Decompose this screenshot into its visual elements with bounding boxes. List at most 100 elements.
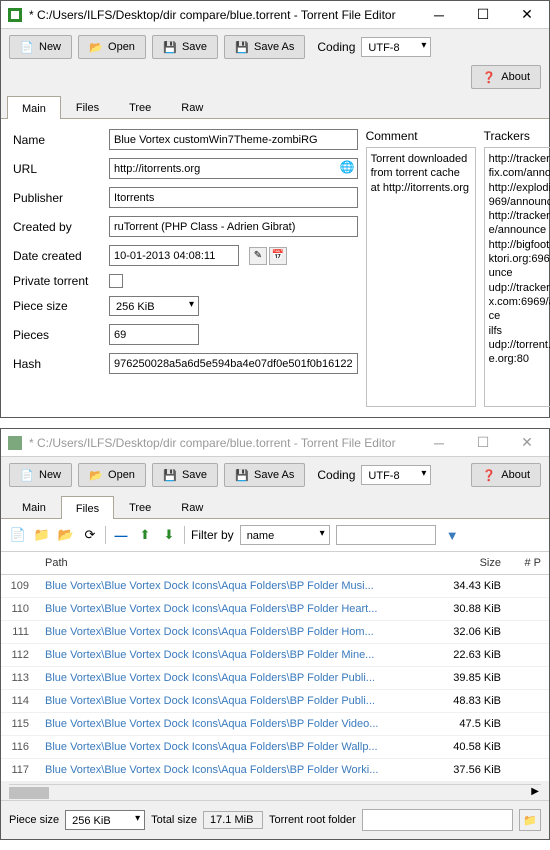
open-folder-icon[interactable]: 📂 — [57, 526, 75, 544]
row-size: 39.85 KiB — [429, 667, 509, 689]
url-label: URL — [13, 162, 103, 176]
move-up-icon[interactable]: ⬆ — [136, 526, 154, 544]
main-pane: NameBlue Vortex customWin7Theme-zombiRG … — [1, 119, 549, 417]
piecesize-select[interactable]: 256 KiB — [65, 810, 145, 830]
remove-icon[interactable]: — — [112, 526, 130, 544]
row-size: 34.43 KiB — [429, 575, 509, 597]
minimize-button[interactable]: ─ — [417, 1, 461, 29]
pieces-label: Pieces — [13, 328, 103, 342]
add-file-icon[interactable]: 📄 — [9, 526, 27, 544]
open-button[interactable]: 📂Open — [78, 463, 146, 487]
saveas-icon: 💾 — [235, 468, 249, 482]
new-icon: 📄 — [20, 468, 34, 482]
pieces-input[interactable]: 69 — [109, 324, 199, 345]
table-row[interactable]: 115Blue Vortex\Blue Vortex Dock Icons\Aq… — [1, 713, 549, 736]
open-icon: 📂 — [89, 468, 103, 482]
table-row[interactable]: 116Blue Vortex\Blue Vortex Dock Icons\Aq… — [1, 736, 549, 759]
new-button[interactable]: 📄New — [9, 463, 72, 487]
tab-raw[interactable]: Raw — [166, 495, 218, 518]
publisher-input[interactable]: Itorrents — [109, 187, 358, 208]
filter-input[interactable] — [336, 525, 436, 545]
col-path[interactable]: Path — [37, 552, 429, 574]
tab-main[interactable]: Main — [7, 495, 61, 518]
col-pf[interactable]: # P — [509, 552, 549, 574]
tab-files[interactable]: Files — [61, 496, 114, 519]
files-toolbar: 📄 📁 📂 ⟳ — ⬆ ⬇ Filter by name ▼ — [1, 519, 549, 552]
row-path: Blue Vortex\Blue Vortex Dock Icons\Aqua … — [37, 598, 429, 620]
saveas-button[interactable]: 💾Save As — [224, 463, 305, 487]
maximize-button[interactable]: ☐ — [461, 429, 505, 457]
save-button[interactable]: 💾Save — [152, 35, 218, 59]
createdby-input[interactable]: ruTorrent (PHP Class - Adrien Gibrat) — [109, 216, 358, 237]
name-input[interactable]: Blue Vortex customWin7Theme-zombiRG — [109, 129, 358, 150]
rootfolder-input[interactable] — [362, 809, 513, 831]
row-size: 48.83 KiB — [429, 690, 509, 712]
tab-tree[interactable]: Tree — [114, 495, 166, 518]
row-path: Blue Vortex\Blue Vortex Dock Icons\Aqua … — [37, 690, 429, 712]
saveas-button[interactable]: 💾Save As — [224, 35, 305, 59]
tabs: Main Files Tree Raw — [1, 95, 549, 119]
maximize-button[interactable]: ☐ — [461, 1, 505, 29]
tabs: Main Files Tree Raw — [1, 495, 549, 519]
totalsize-value: 17.1 MiB — [203, 811, 263, 829]
titlebar[interactable]: * C:/Users/ILFS/Desktop/dir compare/blue… — [1, 1, 549, 29]
tab-files[interactable]: Files — [61, 95, 114, 118]
move-down-icon[interactable]: ⬇ — [160, 526, 178, 544]
toolbar: 📄New 📂Open 💾Save 💾Save As Coding UTF-8 — [1, 29, 549, 65]
grid-header: Path Size # P — [1, 552, 549, 575]
tab-tree[interactable]: Tree — [114, 95, 166, 118]
trackers-label: Trackers — [484, 129, 550, 143]
add-folder-icon[interactable]: 📁 — [33, 526, 51, 544]
tab-main[interactable]: Main — [7, 96, 61, 119]
row-size: 40.58 KiB — [429, 736, 509, 758]
row-pf — [509, 759, 549, 781]
private-checkbox[interactable] — [109, 274, 123, 288]
horizontal-scrollbar[interactable]: ▶ — [9, 784, 541, 800]
date-calendar-icon[interactable]: 📅 — [269, 247, 287, 265]
coding-label: Coding — [317, 468, 355, 482]
about-button[interactable]: ❓About — [471, 463, 541, 487]
createdby-label: Created by — [13, 220, 103, 234]
minimize-button[interactable]: ─ — [417, 429, 461, 457]
url-input[interactable]: http://itorrents.org — [109, 158, 358, 179]
table-row[interactable]: 113Blue Vortex\Blue Vortex Dock Icons\Aq… — [1, 667, 549, 690]
filter-field-select[interactable]: name — [240, 525, 330, 545]
encoding-select[interactable]: UTF-8 — [361, 37, 431, 57]
row-path: Blue Vortex\Blue Vortex Dock Icons\Aqua … — [37, 575, 429, 597]
piecesize-select[interactable]: 256 KiB — [109, 296, 199, 316]
row-index: 114 — [1, 690, 37, 712]
table-row[interactable]: 112Blue Vortex\Blue Vortex Dock Icons\Aq… — [1, 644, 549, 667]
bottom-bar: Piece size 256 KiB Total size 17.1 MiB T… — [1, 800, 549, 839]
table-row[interactable]: 110Blue Vortex\Blue Vortex Dock Icons\Aq… — [1, 598, 549, 621]
private-label: Private torrent — [13, 274, 103, 288]
close-button[interactable]: ✕ — [505, 429, 549, 457]
save-button[interactable]: 💾Save — [152, 463, 218, 487]
table-row[interactable]: 111Blue Vortex\Blue Vortex Dock Icons\Aq… — [1, 621, 549, 644]
about-icon: ❓ — [482, 468, 496, 482]
titlebar[interactable]: * C:/Users/ILFS/Desktop/dir compare/blue… — [1, 429, 549, 457]
about-button[interactable]: ❓About — [471, 65, 541, 89]
col-size[interactable]: Size — [429, 552, 509, 574]
close-button[interactable]: ✕ — [505, 1, 549, 29]
row-index: 111 — [1, 621, 37, 643]
hash-label: Hash — [13, 357, 103, 371]
date-edit-icon[interactable]: ✎ — [249, 247, 267, 265]
comment-box[interactable]: Torrent downloaded from torrent cache at… — [366, 147, 476, 407]
piecesize-label: Piece size — [13, 299, 103, 313]
reload-icon[interactable]: ⟳ — [81, 526, 99, 544]
name-label: Name — [13, 133, 103, 147]
filter-icon[interactable]: ▼ — [446, 528, 459, 543]
rootfolder-label: Torrent root folder — [269, 814, 356, 826]
app-icon — [7, 435, 23, 451]
table-row[interactable]: 109Blue Vortex\Blue Vortex Dock Icons\Aq… — [1, 575, 549, 598]
trackers-box[interactable]: http://tracker.trackerfix.com/announce h… — [484, 147, 550, 407]
open-button[interactable]: 📂Open — [78, 35, 146, 59]
tab-raw[interactable]: Raw — [166, 95, 218, 118]
table-row[interactable]: 114Blue Vortex\Blue Vortex Dock Icons\Aq… — [1, 690, 549, 713]
encoding-select[interactable]: UTF-8 — [361, 465, 431, 485]
new-button[interactable]: 📄New — [9, 35, 72, 59]
table-row[interactable]: 117Blue Vortex\Blue Vortex Dock Icons\Aq… — [1, 759, 549, 782]
datecreated-input[interactable]: 10-01-2013 04:08:11 — [109, 245, 239, 266]
rootfolder-browse-button[interactable]: 📁 — [519, 809, 541, 831]
hash-input[interactable]: 976250028a5a6d5e594ba4e07df0e501f0b16122 — [109, 353, 358, 374]
